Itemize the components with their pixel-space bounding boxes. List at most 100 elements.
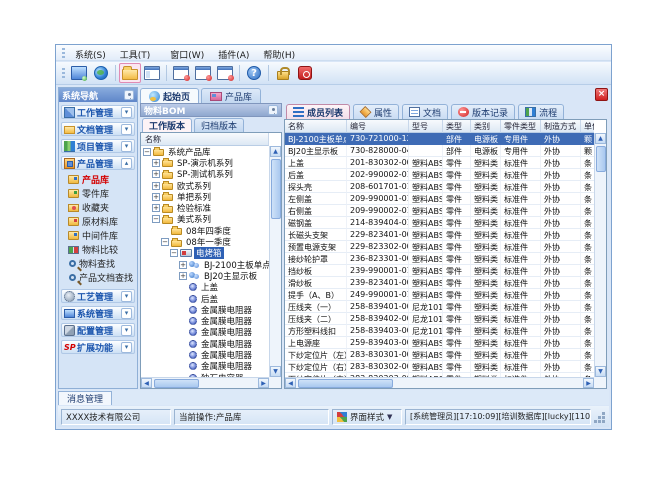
expand-icon[interactable]: + <box>179 272 187 280</box>
table-row[interactable]: 压线夹（二）258-839402-00I尼龙1010零件塑料类标准件外协条 <box>285 313 594 325</box>
collapse-icon[interactable]: − <box>143 148 151 156</box>
tree-node[interactable]: 金属膜电阻器 <box>141 349 269 360</box>
tree-node[interactable]: −美式系列 <box>141 214 269 225</box>
tree-node[interactable]: 金属膜电阻器 <box>141 315 269 326</box>
tree-node[interactable]: +BJ-2100主板单点 <box>141 259 269 270</box>
tree-node[interactable]: +BJ20主显示板 <box>141 270 269 281</box>
ui-style-dropdown[interactable]: 界面样式 ▼ <box>332 409 402 425</box>
table-row[interactable]: 滑纱板239-823401-00I塑料ABS零件塑料类标准件外协条 <box>285 277 594 289</box>
menu-item[interactable]: 帮助(H) <box>256 50 302 62</box>
scroll-down-icon[interactable]: ▼ <box>595 366 606 377</box>
sidebar-item-收藏夹[interactable]: 收藏夹 <box>64 200 135 214</box>
tab-属性[interactable]: 属性 <box>353 104 399 119</box>
table-row[interactable]: 下纱定位片（右）283-830302-00I塑料ABS零件塑料类标准件外协条 <box>285 361 594 373</box>
resize-grip[interactable] <box>594 409 606 425</box>
column-header-型号[interactable]: 型号 <box>409 120 443 133</box>
expand-icon[interactable]: + <box>152 193 160 201</box>
collapse-icon[interactable]: − <box>161 238 169 246</box>
screen-button[interactable] <box>68 63 90 83</box>
column-header-类型[interactable]: 类型 <box>443 120 471 133</box>
collapse-icon[interactable]: − <box>170 249 178 257</box>
table-row[interactable]: 右侧盖209-990002-01I塑料ABS零件塑料类标准件外协条 <box>285 205 594 217</box>
chevron-down-icon[interactable]: ▾ <box>121 325 132 336</box>
sidebar-item-物料比较[interactable]: 物料比较 <box>64 242 135 256</box>
chevron-down-icon[interactable]: ▾ <box>121 308 132 319</box>
tree-node[interactable]: +SP-测试机系列 <box>141 169 269 180</box>
tree-node[interactable]: 金属膜电阻器 <box>141 304 269 315</box>
menu-item[interactable]: 工具(T) <box>113 50 158 62</box>
menu-item[interactable]: 插件(A) <box>211 50 256 62</box>
sidebar-item-中间件库[interactable]: 中间件库 <box>64 228 135 242</box>
sidebar-item-原材料库[interactable]: 原材料库 <box>64 214 135 228</box>
sidebar-item-物料查找[interactable]: 物料查找 <box>64 256 135 270</box>
nav-group-header[interactable]: 系统管理▾ <box>61 306 135 320</box>
nav-group-header[interactable]: 工艺管理▾ <box>61 289 135 303</box>
tree-node[interactable]: 金属膜电阻器 <box>141 338 269 349</box>
table-row[interactable]: BJ-2100主板单点730-721000-12I部件电源板专用件外协颗 <box>285 133 594 145</box>
table-row[interactable]: 长磁头支架229-823401-00I塑料ABS零件塑料类标准件外协条 <box>285 229 594 241</box>
tree-node[interactable]: +欧式系列 <box>141 180 269 191</box>
scroll-left-icon[interactable]: ◀ <box>141 378 152 388</box>
tree-node[interactable]: 08年四季度 <box>141 225 269 236</box>
window-close-button[interactable] <box>170 63 192 83</box>
expand-icon[interactable]: + <box>152 170 160 178</box>
tree-node[interactable]: +SP-演示机系列 <box>141 157 269 168</box>
close-icon[interactable]: × <box>595 88 608 101</box>
expand-icon[interactable]: + <box>179 261 187 269</box>
nav-group-header[interactable]: 配置管理▾ <box>61 323 135 337</box>
tree-column-header[interactable]: 名称 <box>141 133 269 146</box>
column-header-零件类型[interactable]: 零件类型 <box>501 120 541 133</box>
chevron-down-icon[interactable]: ▾ <box>121 141 132 152</box>
menu-item[interactable]: 窗口(W) <box>163 50 211 62</box>
table-row[interactable]: 后盖202-990002-01I塑料ABS零件塑料类标准件外协条 <box>285 169 594 181</box>
column-header-类别[interactable]: 类别 <box>471 120 501 133</box>
tab-起始页[interactable]: 起始页 <box>140 88 199 103</box>
tree-node[interactable]: 金属膜电阻器 <box>141 327 269 338</box>
column-header-制造方式[interactable]: 制造方式 <box>541 120 581 133</box>
table-vertical-scrollbar[interactable]: ▲ ▼ <box>594 133 606 377</box>
scroll-up-icon[interactable]: ▲ <box>270 146 281 157</box>
column-header-单位[interactable]: 单位 <box>581 120 594 133</box>
table-row[interactable]: 预置电源支架229-823302-00I塑料ABS零件塑料类标准件外协条 <box>285 241 594 253</box>
nav-group-header[interactable]: 文档管理▾ <box>61 122 135 136</box>
table-row[interactable]: 压线夹（一）258-839401-00I尼龙1010零件塑料类标准件外协条 <box>285 301 594 313</box>
window-export-button[interactable] <box>214 63 236 83</box>
scroll-thumb[interactable] <box>298 379 393 388</box>
tree-node[interactable]: 上盖 <box>141 282 269 293</box>
chevron-up-icon[interactable]: ▴ <box>121 158 132 169</box>
table-row[interactable]: BJ20主显示板730-828000-04I部件电源板专用件外协颗 <box>285 145 594 157</box>
nav-group-header[interactable]: 产品管理▴ <box>61 156 135 170</box>
nav-group-header[interactable]: 项目管理▾ <box>61 139 135 153</box>
tree-node[interactable]: 后盖 <box>141 293 269 304</box>
table-row[interactable]: 探头壳208-601701-01I塑料ABS零件塑料类标准件外协条 <box>285 181 594 193</box>
table-horizontal-scrollbar[interactable]: ◀ ▶ <box>285 377 594 388</box>
menu-item[interactable]: 系统(S) <box>68 50 113 62</box>
column-header-名称[interactable]: 名称 <box>285 120 347 133</box>
scroll-down-icon[interactable]: ▼ <box>270 366 281 377</box>
globe-button[interactable] <box>90 63 112 83</box>
help-button[interactable] <box>243 63 265 83</box>
column-header-编号[interactable]: 编号 <box>347 120 409 133</box>
window-layout-button[interactable] <box>141 63 163 83</box>
chevron-down-icon[interactable]: ▾ <box>121 342 132 353</box>
tree-horizontal-scrollbar[interactable]: ◀ ▶ <box>141 377 269 388</box>
nav-group-header[interactable]: SP扩展功能▾ <box>61 340 135 354</box>
scroll-up-icon[interactable]: ▲ <box>595 133 606 144</box>
tree-node[interactable]: +检验标准 <box>141 202 269 213</box>
tab-产品库[interactable]: 产品库 <box>201 88 261 103</box>
table-row[interactable]: 磁钢盖214-839404-01I塑料ABS零件塑料类标准件外协条 <box>285 217 594 229</box>
scroll-thumb[interactable] <box>271 159 281 219</box>
scroll-right-icon[interactable]: ▶ <box>258 378 269 388</box>
table-row[interactable]: 上盖201-830302-00I塑料ABS零件塑料类标准件外协条 <box>285 157 594 169</box>
tree-node[interactable]: 金属膜电阻器 <box>141 361 269 372</box>
tab-成员列表[interactable]: 成员列表 <box>286 104 350 119</box>
sidebar-item-零件库[interactable]: 零件库 <box>64 186 135 200</box>
expand-icon[interactable]: + <box>152 204 160 212</box>
open-folder-button[interactable] <box>119 63 141 83</box>
exit-button[interactable] <box>294 63 316 83</box>
tab-归档版本[interactable]: 归档版本 <box>194 118 244 132</box>
lock-button[interactable] <box>272 63 294 83</box>
nav-group-header[interactable]: 工作管理▾ <box>61 105 135 119</box>
scroll-right-icon[interactable]: ▶ <box>583 378 594 388</box>
expand-icon[interactable]: + <box>152 182 160 190</box>
